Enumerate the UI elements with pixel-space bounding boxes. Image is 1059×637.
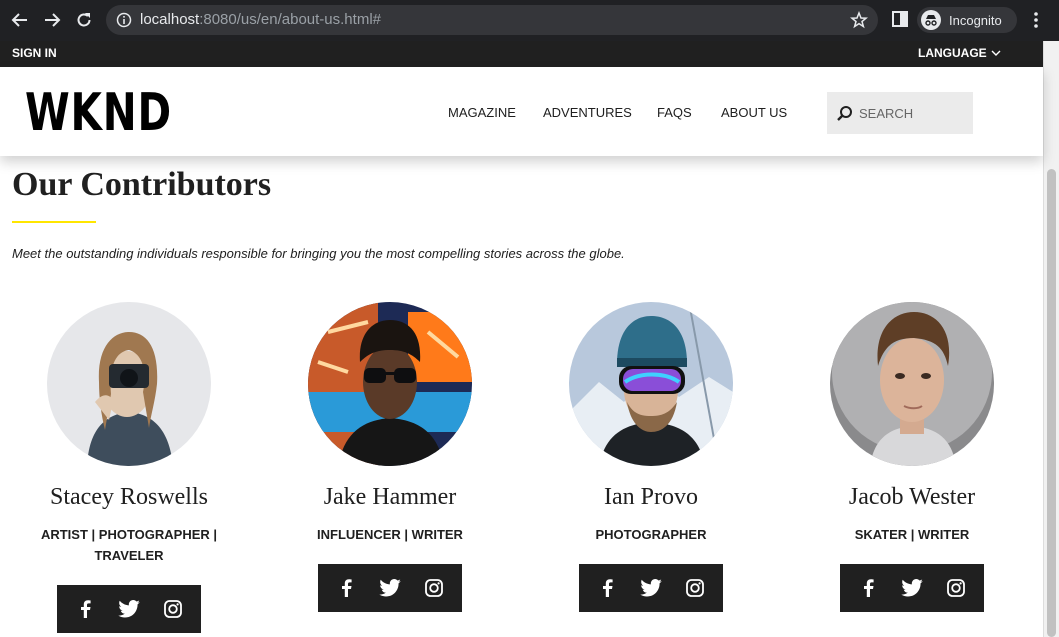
twitter-icon [379, 579, 401, 597]
twitter-icon [640, 579, 662, 597]
instagram-link[interactable] [941, 573, 971, 603]
reload-button[interactable] [73, 9, 95, 31]
contributor-role: ARTIST | PHOTOGRAPHER | TRAVELER [29, 524, 229, 566]
bookmark-star-icon[interactable] [850, 11, 868, 29]
social-links [579, 564, 723, 612]
nav-item-magazine[interactable]: MAGAZINE [448, 105, 516, 120]
contributor-name: Jacob Wester [848, 484, 976, 510]
avatar [830, 302, 994, 466]
avatar [308, 302, 472, 466]
instagram-link[interactable] [680, 573, 710, 603]
role-line: PHOTOGRAPHER [595, 527, 707, 542]
side-panel-icon[interactable] [891, 10, 909, 28]
facebook-link[interactable] [592, 573, 622, 603]
page-scrollbar[interactable] [1043, 41, 1059, 637]
address-bar[interactable]: localhost:8080/us/en/about-us.html# [106, 5, 878, 35]
intro-text: Meet the outstanding individuals respons… [12, 246, 625, 261]
search-icon [837, 106, 852, 121]
scrollbar-thumb[interactable] [1047, 169, 1056, 637]
contributor-name: Ian Provo [604, 484, 698, 510]
facebook-link[interactable] [70, 594, 100, 624]
contributor-name: Jake Hammer [323, 484, 457, 510]
forward-arrow-icon [45, 13, 61, 27]
search-input[interactable] [859, 104, 967, 122]
facebook-icon [603, 579, 613, 597]
instagram-icon [947, 579, 965, 597]
social-links [840, 564, 984, 612]
search-box[interactable] [827, 92, 973, 134]
avatar [47, 302, 211, 466]
title-underline [12, 221, 96, 223]
more-menu-icon[interactable] [1030, 10, 1042, 30]
incognito-label: Incognito [949, 12, 1002, 28]
facebook-icon [864, 579, 874, 597]
instagram-icon [425, 579, 443, 597]
nav-item-about-us[interactable]: ABOUT US [721, 105, 787, 120]
role-line: TRAVELER [94, 548, 164, 563]
contributor-role: SKATER | WRITER [812, 524, 1012, 545]
instagram-icon [164, 600, 182, 618]
back-button[interactable] [9, 9, 31, 31]
twitter-link[interactable] [897, 573, 927, 603]
role-line: ARTIST | PHOTOGRAPHER | [40, 527, 218, 542]
instagram-link[interactable] [158, 594, 188, 624]
role-line: INFLUENCER | WRITER [317, 527, 463, 542]
incognito-icon [921, 10, 941, 30]
twitter-link[interactable] [375, 573, 405, 603]
avatar [569, 302, 733, 466]
contributor-role: INFLUENCER | WRITER [290, 524, 490, 545]
twitter-icon [901, 579, 923, 597]
site-header: WKND MAGAZINE ADVENTURES FAQS ABOUT US [0, 67, 1043, 156]
twitter-link[interactable] [636, 573, 666, 603]
instagram-icon [686, 579, 704, 597]
incognito-badge[interactable]: Incognito [917, 7, 1017, 33]
facebook-link[interactable] [331, 573, 361, 603]
sign-in-link[interactable]: SIGN IN [12, 46, 57, 60]
nav-item-faqs[interactable]: FAQS [657, 105, 692, 120]
forward-button[interactable] [41, 9, 63, 31]
browser-toolbar: localhost:8080/us/en/about-us.html# Inco… [0, 0, 1059, 41]
contributor-name: Stacey Roswells [50, 484, 208, 510]
back-arrow-icon [11, 13, 27, 27]
chevron-down-icon [991, 50, 1001, 56]
facebook-link[interactable] [853, 573, 883, 603]
page-title: Our Contributors [12, 166, 272, 203]
language-label: LANGUAGE [918, 46, 987, 60]
twitter-icon [118, 600, 140, 618]
social-links [57, 585, 201, 633]
utility-bar: SIGN IN LANGUAGE [0, 41, 1043, 67]
facebook-icon [342, 579, 352, 597]
twitter-link[interactable] [114, 594, 144, 624]
facebook-icon [81, 600, 91, 618]
instagram-link[interactable] [419, 573, 449, 603]
contributor-role: PHOTOGRAPHER [551, 524, 751, 545]
info-icon[interactable] [116, 12, 132, 28]
nav-item-adventures[interactable]: ADVENTURES [543, 105, 632, 120]
reload-icon [77, 13, 91, 27]
language-selector[interactable]: LANGUAGE [918, 46, 1001, 60]
site-logo[interactable]: WKND [25, 83, 172, 143]
role-line: SKATER | WRITER [854, 527, 970, 542]
url-text: localhost:8080/us/en/about-us.html# [140, 11, 381, 28]
social-links [318, 564, 462, 612]
